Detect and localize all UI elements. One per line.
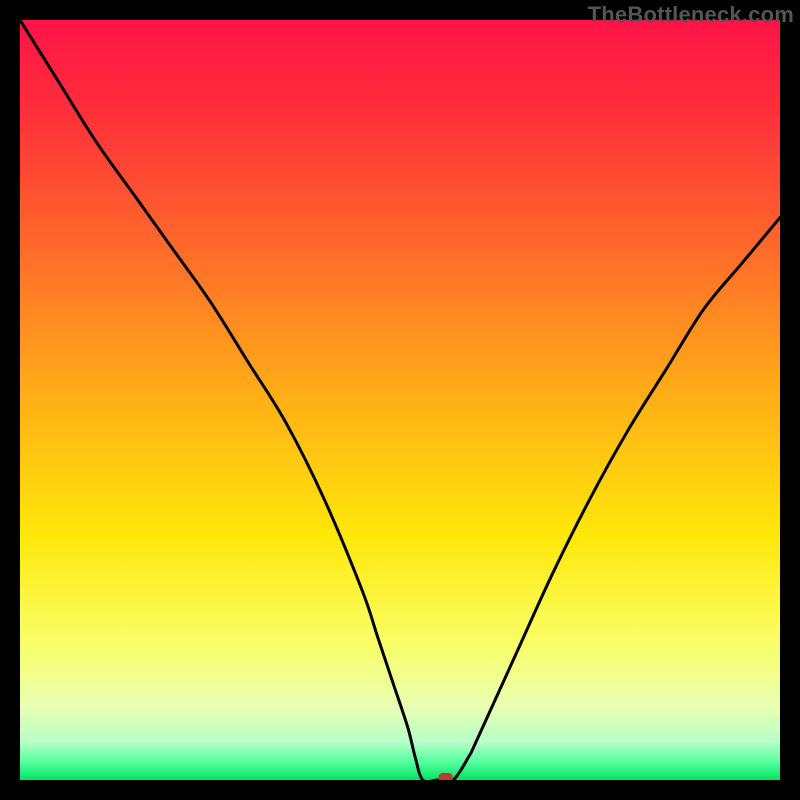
gradient-background: [20, 20, 780, 780]
optimal-point-marker: [439, 773, 453, 780]
chart-frame: TheBottleneck.com: [0, 0, 800, 800]
bottleneck-chart: [20, 20, 780, 780]
plot-area: [20, 20, 780, 780]
attribution-label: TheBottleneck.com: [588, 2, 794, 28]
